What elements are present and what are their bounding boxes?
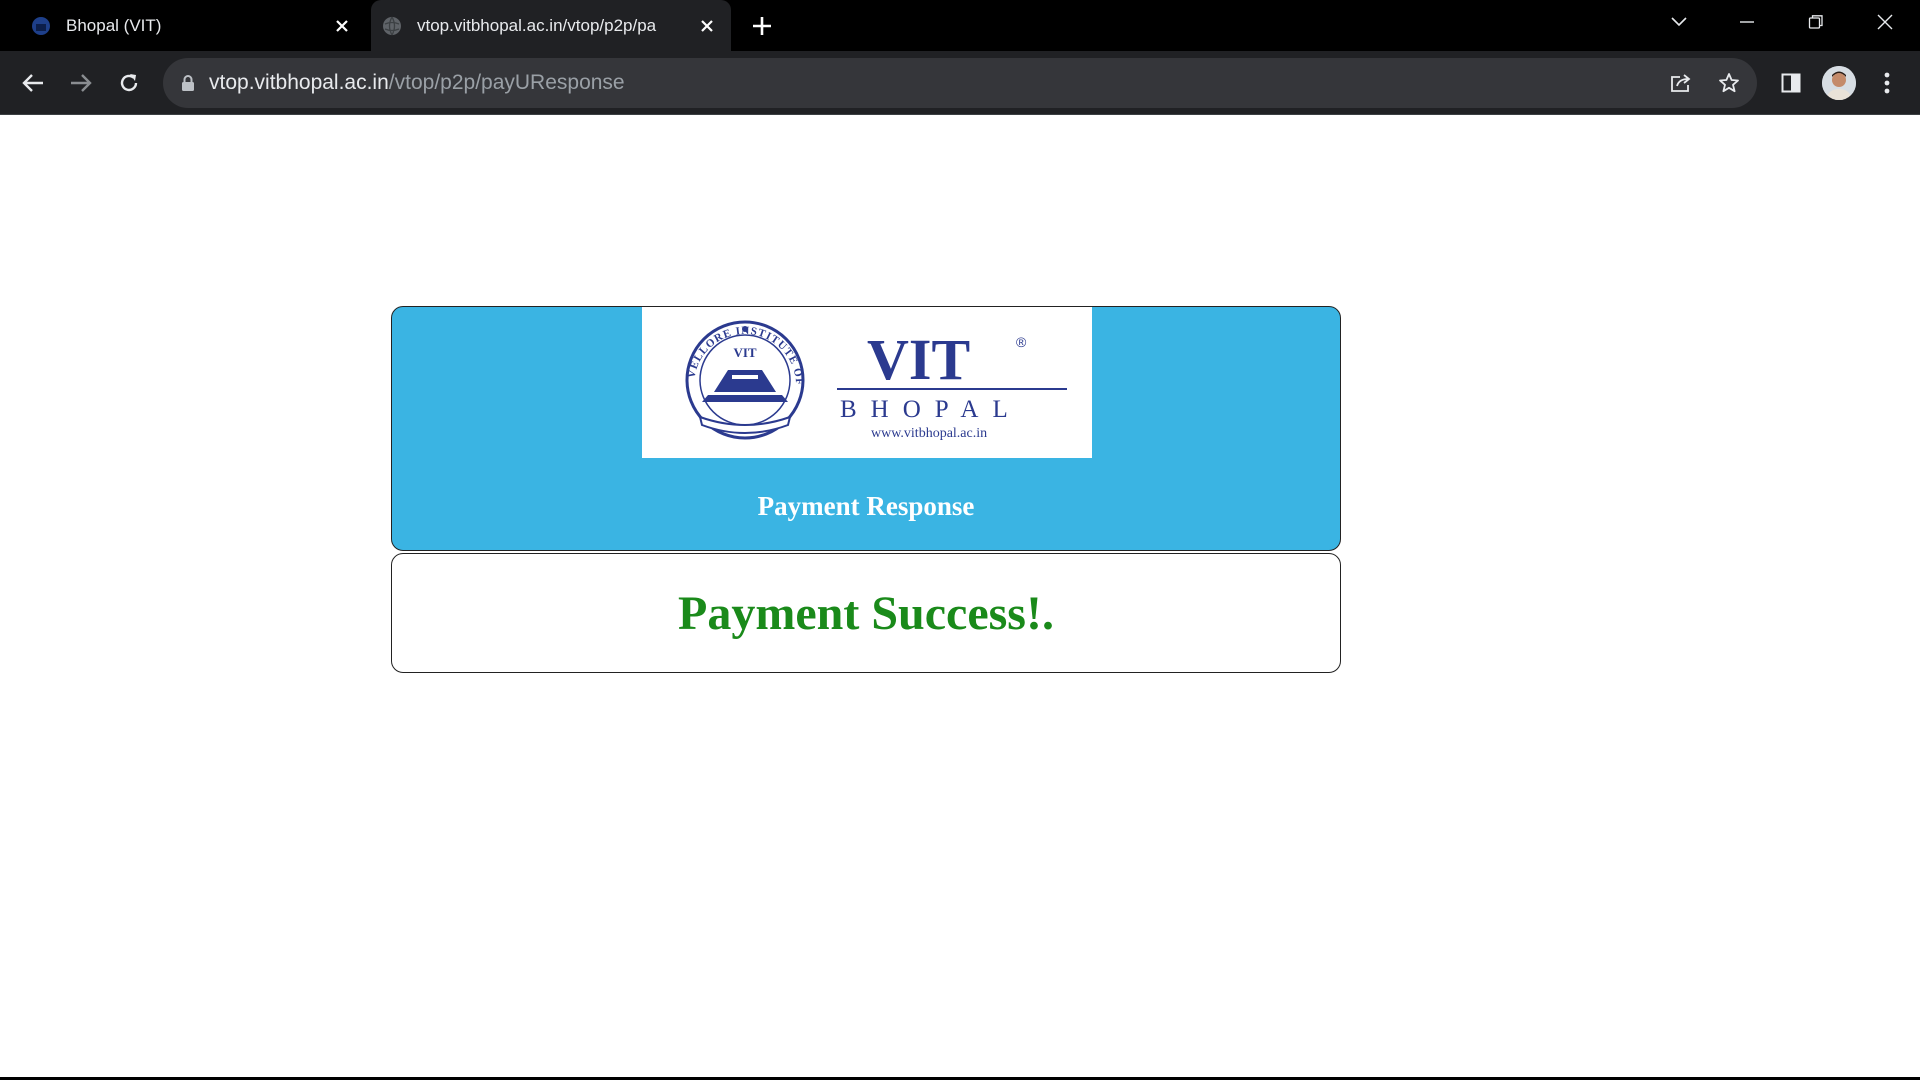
side-panel-icon <box>1781 73 1801 93</box>
vit-bhopal-logo: VELLORE INSTITUTE OF TECHNOLOGY VIT VIT … <box>637 298 1092 458</box>
tab-bhopal-vit[interactable]: Bhopal (VIT) <box>20 0 366 51</box>
forward-button[interactable] <box>64 66 98 100</box>
back-button[interactable] <box>16 66 50 100</box>
tab-search-button[interactable] <box>1661 6 1697 38</box>
url-path: /vtop/p2p/payUResponse <box>388 71 625 94</box>
avatar-icon <box>1822 66 1856 100</box>
tab-title: Bhopal (VIT) <box>66 15 162 35</box>
chevron-down-icon <box>1671 17 1687 27</box>
profile-avatar[interactable] <box>1822 66 1856 100</box>
reload-icon <box>120 74 138 92</box>
arrow-right-icon <box>71 74 92 92</box>
new-tab-button[interactable] <box>748 12 776 40</box>
success-message: Payment Success!. <box>678 586 1054 640</box>
vit-favicon-icon <box>32 16 50 35</box>
reload-button[interactable] <box>112 66 146 100</box>
url-text: vtop.vitbhopal.ac.in/vtop/p2p/payURespon… <box>209 71 625 95</box>
restore-button[interactable] <box>1798 6 1834 38</box>
close-icon <box>1877 14 1893 30</box>
side-panel-button[interactable] <box>1774 66 1808 100</box>
page-content: VELLORE INSTITUTE OF TECHNOLOGY VIT VIT … <box>0 116 1920 1080</box>
registered-mark: ® <box>1016 334 1027 350</box>
globe-icon <box>383 16 401 35</box>
seal-text: VELLORE INSTITUTE OF TECHNOLOGY <box>637 298 804 386</box>
close-window-button[interactable] <box>1867 6 1903 38</box>
svg-text:VELLORE INSTITUTE OF TECHNOLOG: VELLORE INSTITUTE OF TECHNOLOGY <box>642 307 805 386</box>
menu-button[interactable] <box>1870 66 1904 100</box>
website-text: www.vitbhopal.ac.in <box>871 426 987 441</box>
share-button[interactable] <box>1666 68 1696 98</box>
close-tab-icon[interactable] <box>330 14 354 38</box>
vit-seal-icon: VELLORE INSTITUTE OF TECHNOLOGY VIT <box>637 298 805 440</box>
page-title: Payment Response <box>757 491 975 521</box>
share-icon <box>1671 74 1691 92</box>
payment-result-card: Payment Success!. <box>391 553 1341 673</box>
lock-icon[interactable] <box>181 75 195 91</box>
star-icon <box>1719 73 1739 93</box>
tab-strip: Bhopal (VIT) vtop.vitbhopal.ac.in/vtop/p… <box>0 0 1920 51</box>
campus-text: BHOPAL <box>840 396 1022 423</box>
address-bar[interactable]: vtop.vitbhopal.ac.in/vtop/p2p/payURespon… <box>163 58 1757 108</box>
tab-title: vtop.vitbhopal.ac.in/vtop/p2p/pa <box>417 15 657 35</box>
more-vertical-icon <box>1884 72 1890 94</box>
seal-label: VIT <box>733 345 756 360</box>
bookmark-button[interactable] <box>1714 68 1744 98</box>
browser-toolbar: vtop.vitbhopal.ac.in/vtop/p2p/payURespon… <box>0 51 1920 115</box>
restore-icon <box>1808 15 1823 29</box>
tab-vtop-payment[interactable]: vtop.vitbhopal.ac.in/vtop/p2p/pa <box>371 0 731 51</box>
url-host: vtop.vitbhopal.ac.in <box>209 71 389 94</box>
brand-text: VIT <box>867 327 970 392</box>
payment-header-card: VELLORE INSTITUTE OF TECHNOLOGY VIT VIT … <box>391 298 1341 551</box>
arrow-left-icon <box>22 74 43 92</box>
close-tab-icon[interactable] <box>695 14 719 38</box>
vit-logo-graphic: VELLORE INSTITUTE OF TECHNOLOGY VIT VIT … <box>637 298 1067 441</box>
minimize-icon <box>1740 21 1754 23</box>
minimize-button[interactable] <box>1729 6 1765 38</box>
plus-icon <box>753 17 771 35</box>
